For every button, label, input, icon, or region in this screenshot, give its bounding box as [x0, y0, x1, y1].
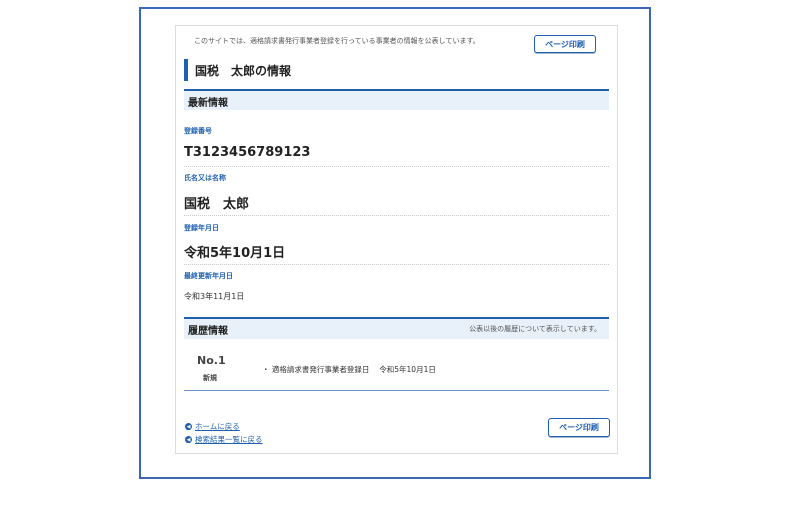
history-note: 公表以後の履歴について表示しています。	[469, 325, 601, 333]
title-accent-bar	[184, 59, 188, 81]
history-divider	[184, 390, 609, 391]
history-entry-type: 新規	[203, 374, 217, 382]
history-entry-detail: ・ 適格請求書発行事業者登録日 令和5年10月1日	[262, 365, 436, 374]
latest-info-header: 最新情報	[184, 89, 609, 110]
back-to-results-link[interactable]: ◀ 検索結果一覧に戻る	[185, 434, 263, 445]
registration-number-label: 登録番号	[184, 127, 212, 135]
print-button-top[interactable]: ページ印刷	[534, 35, 596, 53]
chevron-left-icon: ◀	[185, 423, 192, 430]
registration-number-value: T3123456789123	[184, 145, 311, 160]
last-updated-label: 最終更新年月日	[184, 272, 233, 280]
print-button-bottom[interactable]: ページ印刷	[548, 418, 610, 437]
history-heading: 履歴情報	[188, 326, 228, 337]
divider	[184, 264, 609, 265]
site-notice: このサイトでは、適格請求書発行事業者登録を行っている事業者の情報を公表しています…	[194, 37, 480, 45]
back-to-results-label[interactable]: 検索結果一覧に戻る	[195, 434, 263, 445]
page-title: 国税 太郎の情報	[195, 64, 292, 78]
name-label: 氏名又は名称	[184, 174, 226, 182]
last-updated-value: 令和3年11月1日	[184, 292, 245, 301]
home-link[interactable]: ◀ ホームに戻る	[185, 421, 240, 432]
registration-date-label: 登録年月日	[184, 224, 219, 232]
home-link-label[interactable]: ホームに戻る	[195, 421, 240, 432]
divider	[184, 215, 609, 216]
chevron-left-icon: ◀	[185, 436, 192, 443]
history-header: 履歴情報 公表以後の履歴について表示しています。	[184, 317, 609, 339]
registration-date-value: 令和5年10月1日	[184, 246, 286, 261]
history-entry-number: No.1	[197, 354, 226, 367]
latest-info-heading: 最新情報	[188, 98, 228, 109]
divider	[184, 166, 609, 167]
name-value: 国税 太郎	[184, 197, 250, 212]
